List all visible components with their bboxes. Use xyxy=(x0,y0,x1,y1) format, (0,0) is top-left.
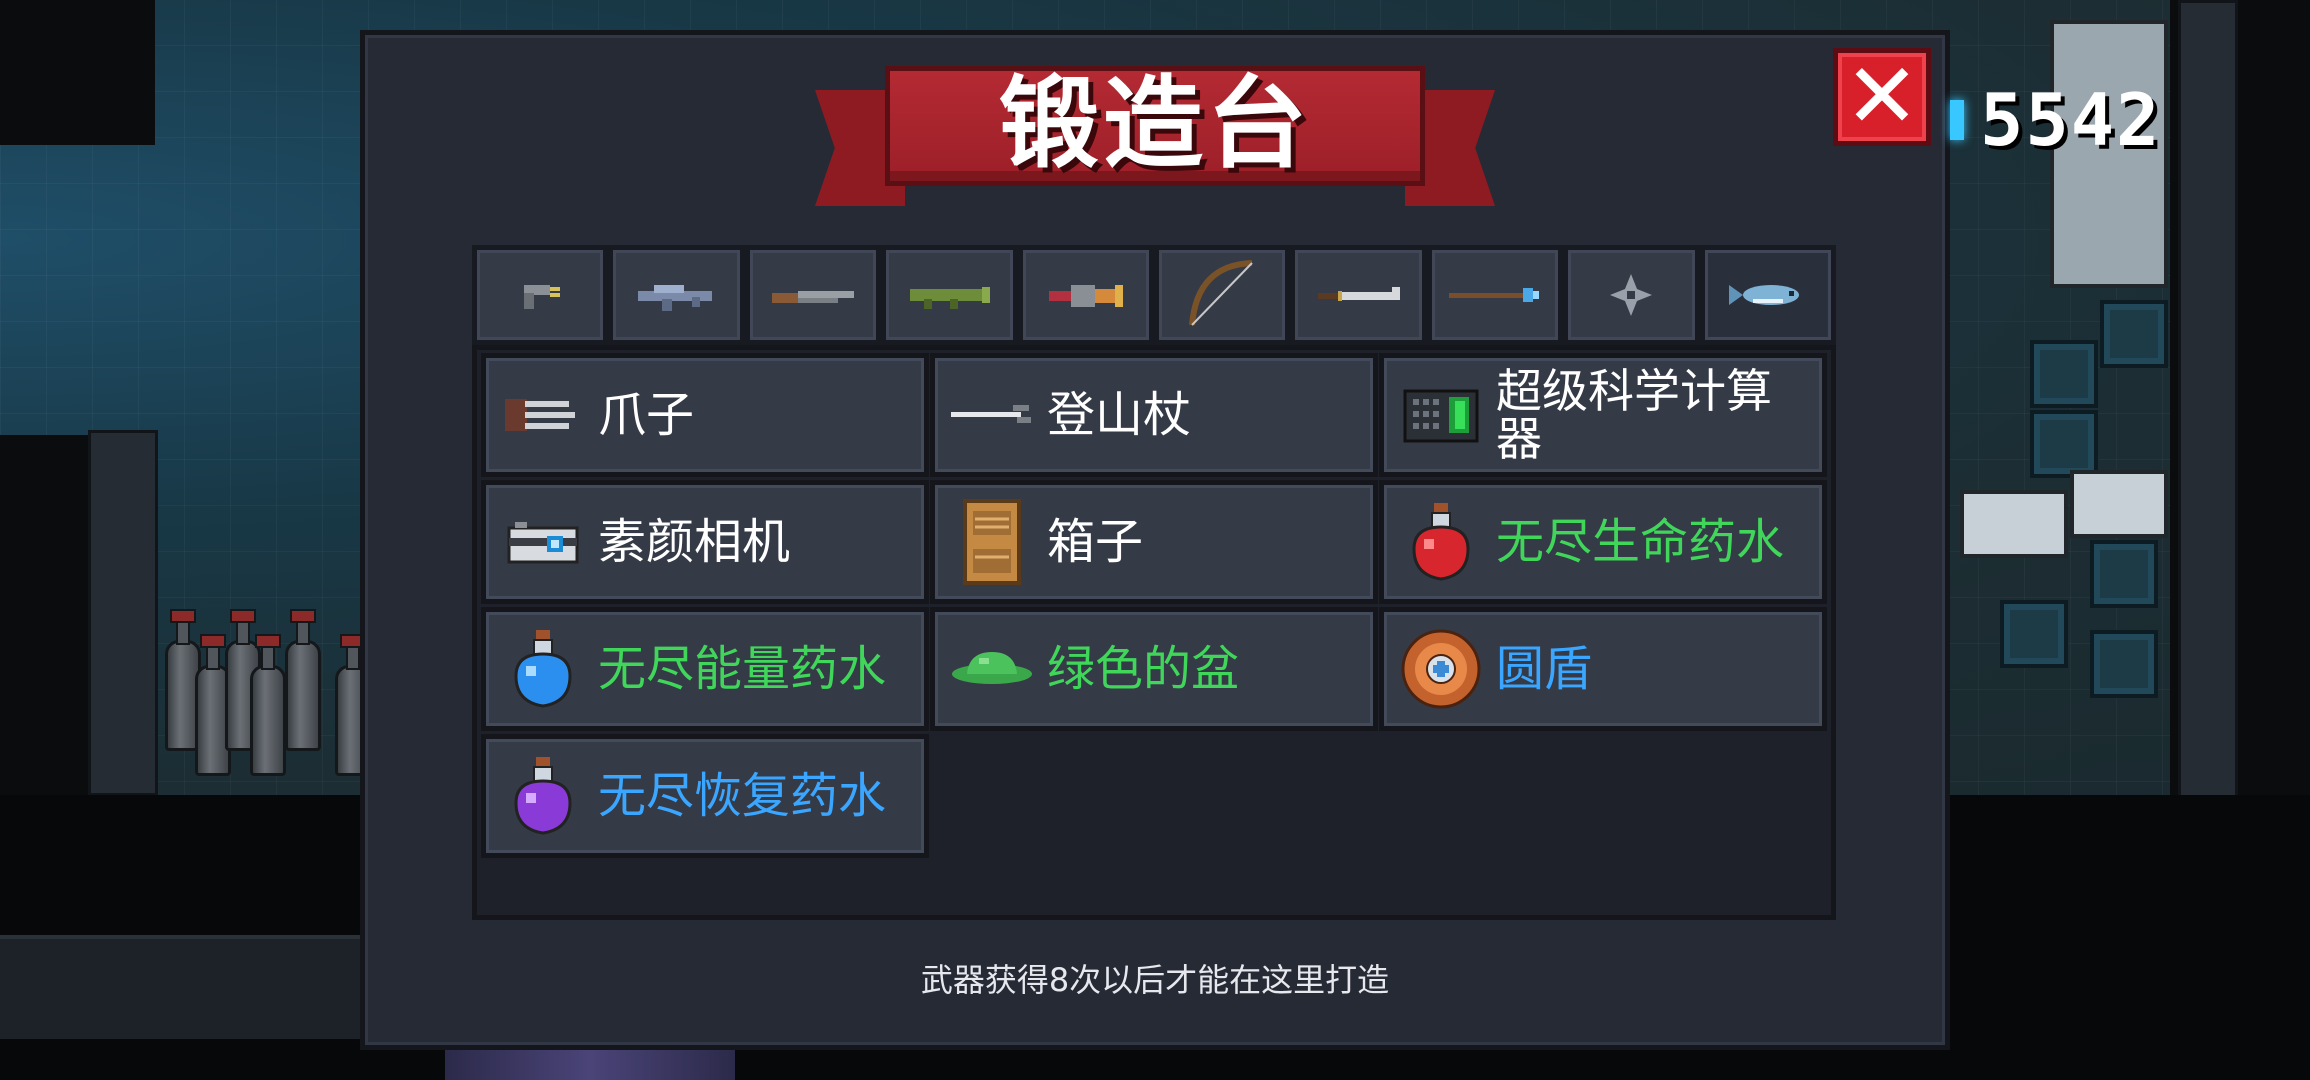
staff-icon xyxy=(1449,288,1540,302)
tab-sword[interactable] xyxy=(1290,245,1427,345)
recipe-item[interactable]: 箱子 xyxy=(930,480,1378,604)
item-label: 无尽能量药水 xyxy=(598,640,887,697)
purple-floor-glow xyxy=(445,1045,735,1080)
camera-icon xyxy=(498,497,588,587)
item-label: 素颜相机 xyxy=(598,513,791,570)
wall-top-left xyxy=(0,0,155,145)
recipe-item[interactable]: 超级科学计算器 xyxy=(1379,353,1827,477)
flamethrower-icon xyxy=(1048,285,1123,307)
item-label: 无尽恢复药水 xyxy=(598,767,887,824)
green-basin-icon xyxy=(947,624,1037,714)
recipe-item[interactable]: 无尽恢复药水 xyxy=(481,734,929,858)
recipe-item[interactable]: 无尽能量药水 xyxy=(481,607,929,731)
claw-icon xyxy=(498,370,588,460)
wall-left xyxy=(0,435,95,795)
crate xyxy=(2090,540,2158,608)
purple-potion-icon xyxy=(498,751,588,841)
trekking-pole-icon xyxy=(947,370,1037,460)
tab-shuriken[interactable] xyxy=(1563,245,1700,345)
crate xyxy=(2000,600,2068,668)
recipe-item[interactable]: 素颜相机 xyxy=(481,480,929,604)
recipe-item[interactable]: 绿色的盆 xyxy=(930,607,1378,731)
crate xyxy=(2030,340,2098,408)
red-potion-icon xyxy=(1396,497,1486,587)
item-label: 登山杖 xyxy=(1047,386,1192,443)
weapon-category-tabs xyxy=(472,245,1837,345)
crate xyxy=(2030,410,2098,478)
tab-rocket-launcher[interactable] xyxy=(881,245,1018,345)
recipe-item[interactable]: 圆盾 xyxy=(1379,607,1827,731)
tab-fish[interactable] xyxy=(1699,245,1837,345)
tab-flamethrower[interactable] xyxy=(1017,245,1155,345)
item-label: 绿色的盆 xyxy=(1047,640,1240,697)
recipe-item[interactable]: 登山杖 xyxy=(930,353,1378,477)
close-x-icon: ✕ xyxy=(1844,44,1920,149)
tab-pistol[interactable] xyxy=(472,245,609,345)
tab-staff[interactable] xyxy=(1426,245,1564,345)
sword-icon xyxy=(1317,287,1400,301)
box-icon xyxy=(947,497,1037,587)
item-label: 超级科学计算器 xyxy=(1496,363,1772,466)
shotgun-icon xyxy=(772,291,855,303)
page-title: 锻造台 xyxy=(999,65,1311,182)
metal-barrel xyxy=(1960,490,2068,558)
rocket-launcher-icon xyxy=(910,287,991,309)
metal-barrel xyxy=(2070,470,2168,538)
item-label: 箱子 xyxy=(1047,513,1144,570)
item-label: 圆盾 xyxy=(1496,640,1593,697)
pistol-icon xyxy=(524,285,561,309)
crate xyxy=(2100,300,2168,368)
gem-icon xyxy=(1950,100,1964,140)
close-button[interactable]: ✕ xyxy=(1833,48,1931,146)
item-label: 无尽生命药水 xyxy=(1496,513,1785,570)
tab-shotgun[interactable] xyxy=(744,245,882,345)
forge-hint: 武器获得8次以后才能在这里打造 xyxy=(920,961,1390,999)
wall-right-pillar xyxy=(2178,0,2238,801)
tab-bow[interactable] xyxy=(1154,245,1291,345)
gas-tank xyxy=(285,609,321,751)
currency-display: 5542 xyxy=(1950,78,2162,162)
wall-pillar xyxy=(88,430,158,796)
crate xyxy=(2090,630,2158,698)
recipe-item[interactable]: 无尽生命药水 xyxy=(1379,480,1827,604)
blue-potion-icon xyxy=(498,624,588,714)
recipe-item[interactable]: 爪子 xyxy=(481,353,929,477)
rifle-icon xyxy=(637,285,712,311)
bow-icon xyxy=(1189,260,1253,326)
round-shield-icon xyxy=(1396,624,1486,714)
ribbon-main: 锻造台 xyxy=(885,66,1425,186)
title-banner: 锻造台 xyxy=(815,66,1495,216)
gas-tank xyxy=(250,634,286,776)
item-label: 爪子 xyxy=(598,386,695,443)
calculator-icon xyxy=(1396,370,1486,460)
currency-value: 5542 xyxy=(1980,78,2162,162)
tab-rifle[interactable] xyxy=(608,245,745,345)
fish-icon xyxy=(1728,285,1799,305)
shuriken-icon xyxy=(1610,274,1653,316)
